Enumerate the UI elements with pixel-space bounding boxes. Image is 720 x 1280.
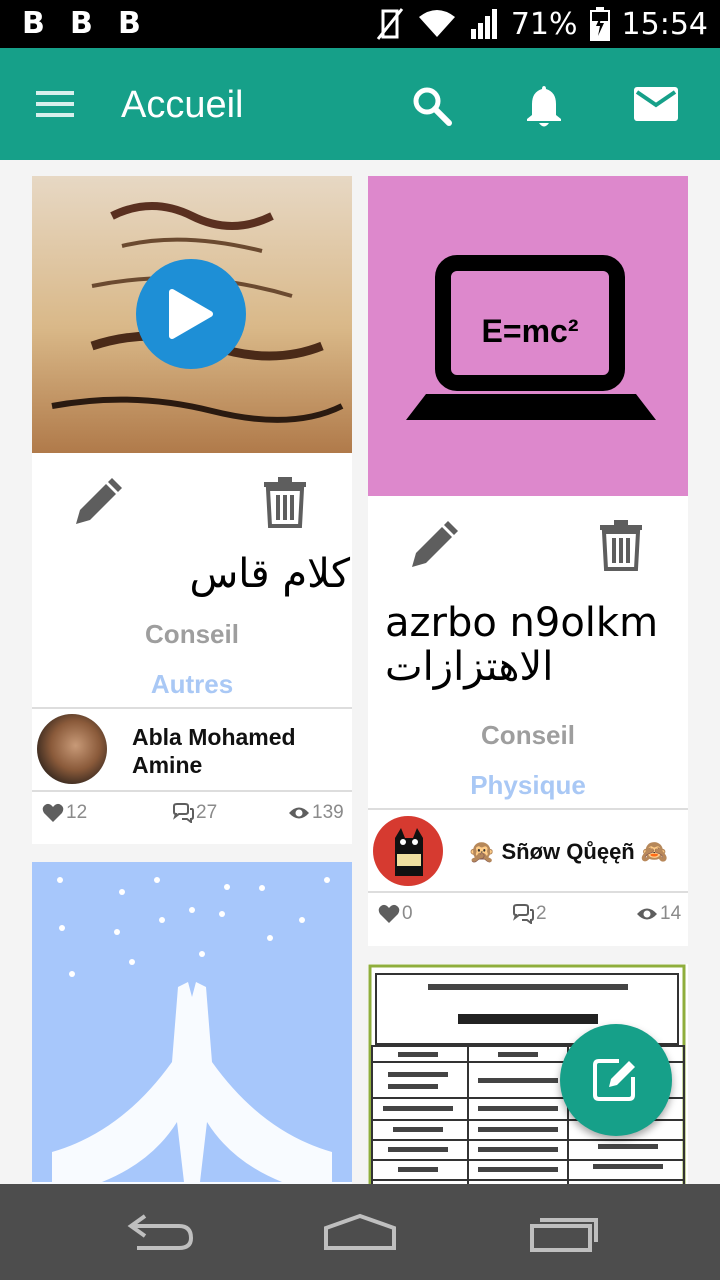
delete-button[interactable] [598, 519, 644, 575]
author-name[interactable]: 🙊 Sñøw Qůęęñ 🙈 [468, 838, 678, 866]
post-type: Conseil [145, 619, 239, 649]
play-icon [169, 289, 213, 339]
heart-icon [378, 904, 400, 923]
mail-icon [634, 87, 678, 121]
post-category[interactable]: Autres [32, 669, 352, 700]
battery-charging-icon [589, 7, 610, 41]
vibrate-mute-icon [376, 8, 404, 40]
battery-percent: 71% [510, 6, 578, 42]
comments-count: 2 [536, 903, 547, 924]
hamburger-icon [36, 91, 74, 117]
heart-icon [42, 803, 64, 822]
divider [32, 790, 352, 792]
likes-count: 12 [66, 802, 88, 823]
back-button[interactable] [120, 1210, 200, 1254]
monument-image [32, 877, 352, 1184]
signal-icon [470, 9, 497, 39]
notification-b-icon: B [70, 6, 93, 41]
eye-icon [289, 807, 309, 819]
post-card[interactable] [32, 862, 352, 1184]
comments[interactable]: 2 [512, 903, 547, 925]
recents-button[interactable] [522, 1210, 602, 1254]
home-icon [324, 1213, 396, 1250]
post-image[interactable] [32, 176, 352, 453]
trash-icon [600, 520, 642, 571]
likes-count: 0 [402, 903, 413, 924]
post-title: azrbo n9olkm الاهتزازات [385, 600, 659, 690]
comments-icon [513, 904, 534, 924]
image-formula-text: E=mc² [481, 313, 579, 349]
back-icon [127, 1214, 194, 1250]
views: 14 [636, 903, 681, 925]
wifi-icon [418, 10, 455, 37]
likes[interactable]: 12 [42, 802, 87, 824]
post-title: كلام قاس [189, 551, 350, 597]
comments-count: 27 [196, 802, 218, 823]
system-nav-bar [0, 1184, 720, 1280]
author-avatar[interactable] [37, 714, 107, 784]
post-image[interactable]: E=mc² [368, 176, 688, 496]
notifications-button[interactable] [520, 80, 568, 132]
pencil-icon [76, 478, 122, 524]
page-title: Accueil [121, 84, 244, 126]
clock: 15:54 [621, 6, 708, 42]
notification-b-icon: B [22, 6, 45, 41]
eye-icon [637, 908, 657, 920]
home-button[interactable] [320, 1210, 400, 1254]
author-avatar[interactable] [373, 816, 443, 886]
search-button[interactable] [408, 82, 456, 130]
compose-post-button[interactable] [560, 1024, 672, 1136]
notification-b-icon: B [118, 6, 141, 41]
menu-button[interactable] [32, 84, 80, 124]
status-bar: B B B 71% 15:54 [0, 0, 720, 48]
edit-button[interactable] [72, 476, 124, 532]
edit-button[interactable] [408, 519, 460, 575]
views-count: 14 [660, 903, 682, 924]
app-bar: Accueil [0, 48, 720, 160]
post-card[interactable]: كلام قاس Conseil Autres Abla Mohamed Ami… [32, 176, 352, 844]
views-count: 139 [312, 802, 344, 823]
post-card[interactable]: E=mc² azrbo n9olkm الاهتزازات Conseil Ph… [368, 176, 688, 946]
divider [368, 891, 688, 893]
divider [32, 707, 352, 709]
play-button[interactable] [136, 259, 246, 369]
views: 139 [288, 802, 344, 824]
comments-icon [173, 803, 194, 823]
search-icon [413, 87, 452, 126]
post-type: Conseil [481, 720, 575, 750]
trash-icon [264, 477, 306, 528]
edit-note-icon [593, 1059, 635, 1101]
pencil-icon [412, 521, 458, 567]
delete-button[interactable] [262, 476, 308, 532]
bell-icon [527, 86, 561, 127]
messages-button[interactable] [632, 84, 680, 124]
cat-avatar-image [395, 828, 423, 876]
likes[interactable]: 0 [378, 903, 413, 925]
author-name[interactable]: Abla Mohamed Amine [132, 723, 342, 779]
divider [368, 808, 688, 810]
post-category[interactable]: Physique [368, 770, 688, 801]
comments[interactable]: 27 [172, 802, 217, 824]
recents-icon [530, 1218, 598, 1252]
